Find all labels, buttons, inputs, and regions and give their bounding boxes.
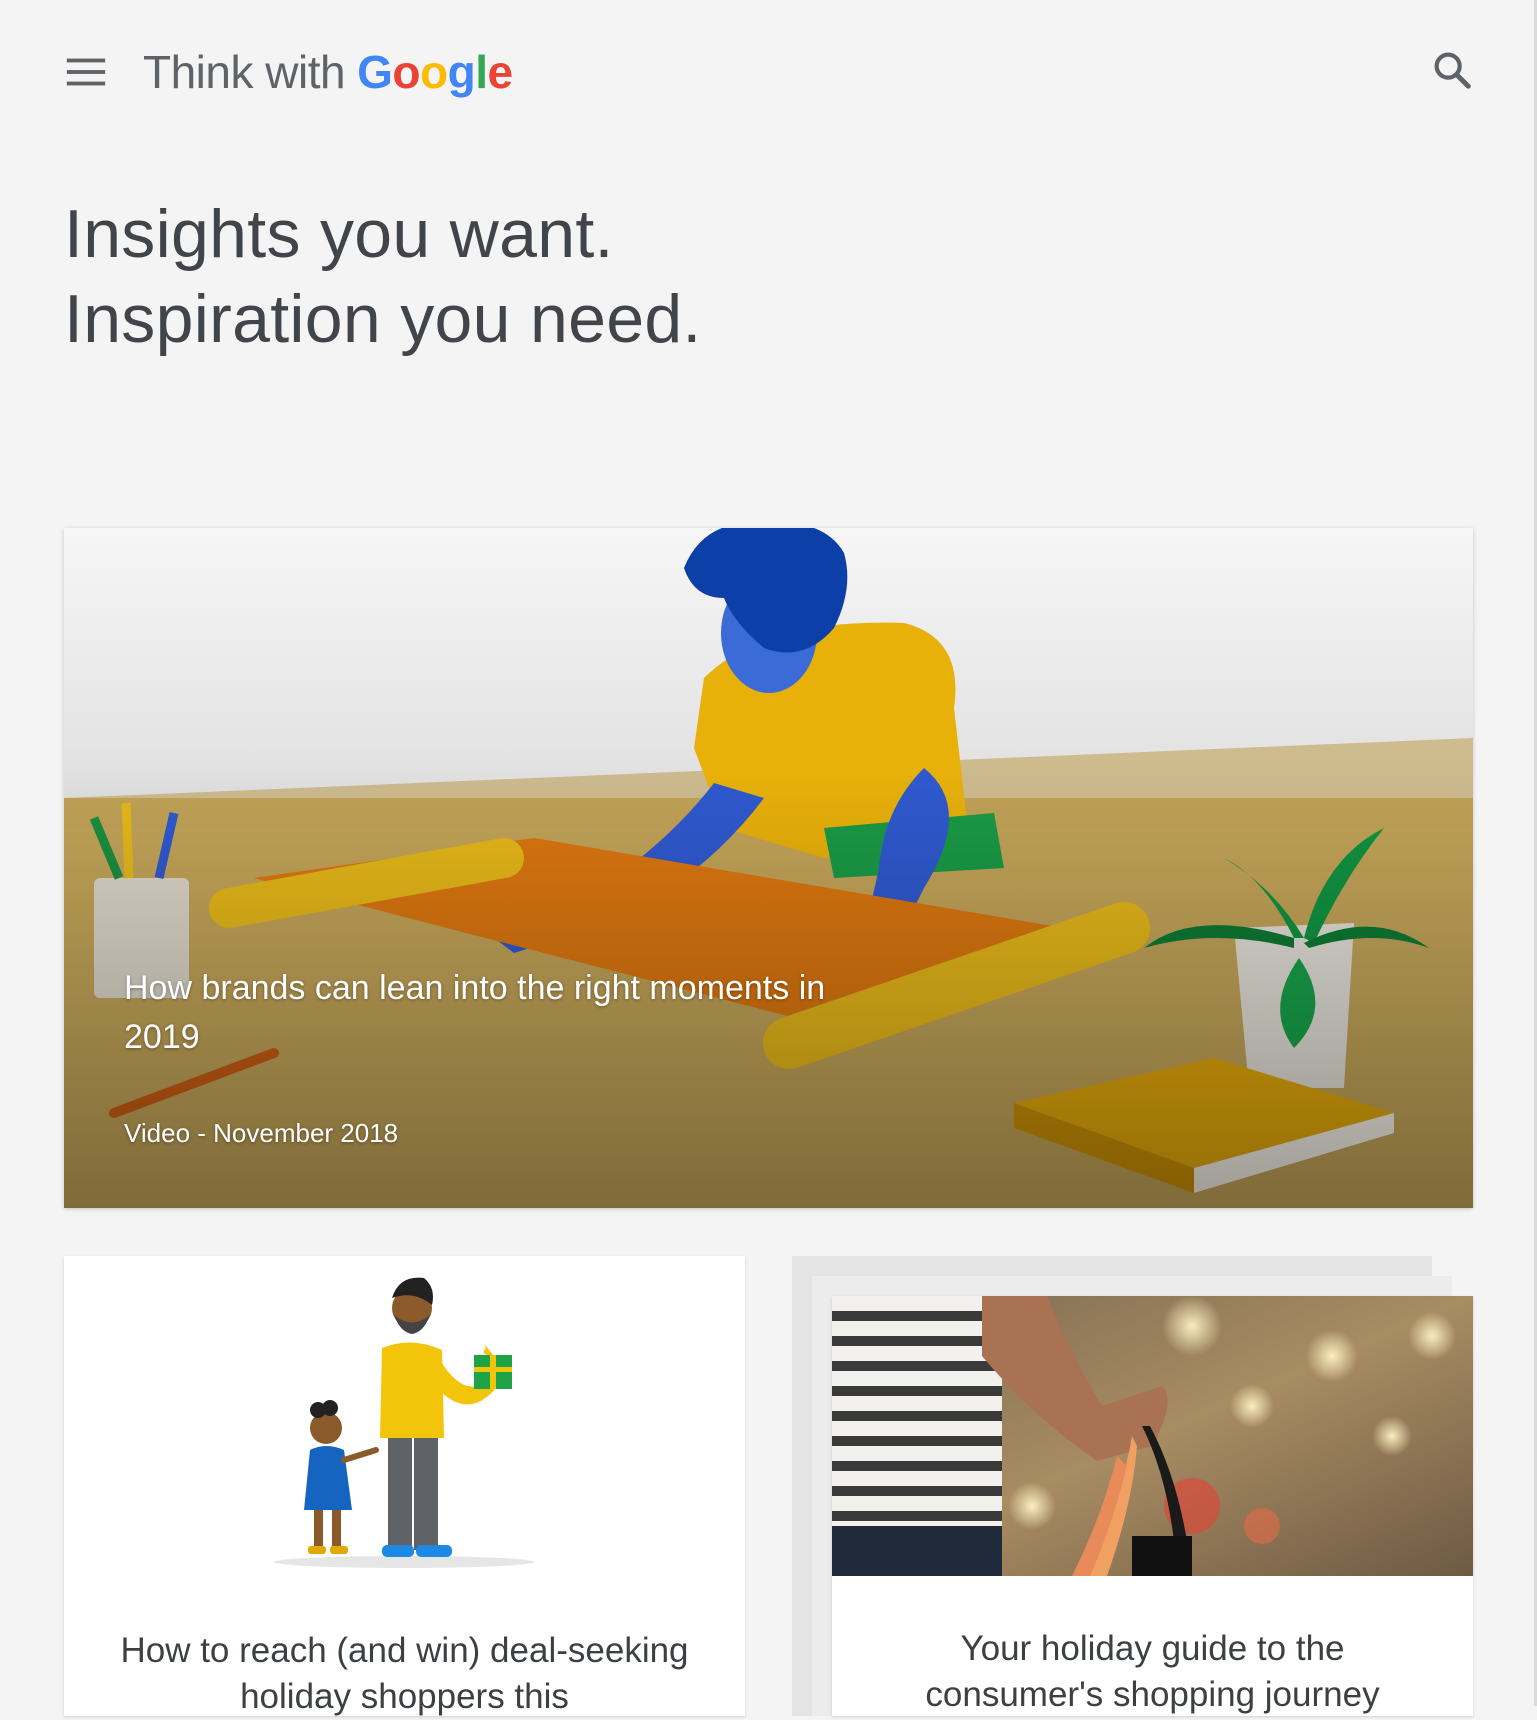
- story-card-title: How to reach (and win) deal-seeking holi…: [120, 1631, 689, 1716]
- featured-story-meta: Video - November 2018: [124, 1118, 399, 1148]
- featured-story-card[interactable]: How brands can lean into the right momen…: [64, 528, 1473, 1208]
- site-logo[interactable]: Think with Google: [143, 38, 513, 106]
- story-card-title: Your holiday guide to the consumer's sho…: [925, 1629, 1380, 1714]
- logo-letter: l: [475, 46, 488, 98]
- logo-prefix: Think with: [143, 46, 346, 98]
- family-gift-illustration: [274, 1277, 534, 1568]
- logo-letter: e: [487, 46, 513, 98]
- hamburger-menu-icon: [66, 58, 106, 86]
- hero-headline: Insights you want. Inspiration you need.: [64, 192, 702, 362]
- logo-letter: G: [357, 46, 393, 98]
- story-card-deal-seeking[interactable]: How to reach (and win) deal-seeking holi…: [64, 1256, 745, 1716]
- logo-letter: o: [392, 46, 420, 98]
- site-header: Think with Google: [0, 0, 1537, 140]
- featured-story-title: How brands can lean into the right momen…: [124, 969, 826, 1056]
- logo-google-word: Google: [357, 45, 513, 99]
- story-card-holiday-guide[interactable]: Your holiday guide to the consumer's sho…: [832, 1296, 1473, 1716]
- menu-button[interactable]: [52, 38, 120, 106]
- search-button[interactable]: [1422, 40, 1482, 100]
- search-icon: [1434, 52, 1471, 89]
- hero-line-2: Inspiration you need.: [64, 281, 702, 357]
- hero-line-1: Insights you want.: [64, 196, 614, 272]
- logo-letter: g: [447, 46, 476, 98]
- featured-illustration: [64, 528, 1473, 1208]
- shopping-bags-photo: [832, 1296, 1473, 1576]
- logo-letter: o: [419, 46, 448, 98]
